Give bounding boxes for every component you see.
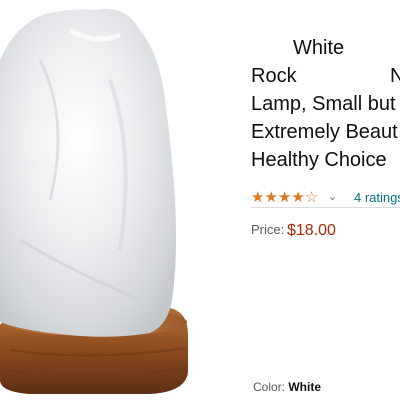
title-text-line-4: Extremely Beaut xyxy=(251,121,398,143)
title-line-2: Rock N xyxy=(251,62,400,90)
title-line-1: White xyxy=(251,34,400,62)
color-row: Color: White xyxy=(253,380,321,394)
star-icon: ★ xyxy=(251,189,265,206)
title-line-3: Lamp, Small but xyxy=(251,90,400,118)
color-label: Color: xyxy=(253,380,286,394)
salt-lamp-image xyxy=(0,8,188,394)
star-icon: ★ xyxy=(291,189,305,206)
ratings-count-link[interactable]: 4 ratings xyxy=(354,190,400,205)
product-title[interactable]: White Rock N Lamp, Small but Extremely B… xyxy=(251,34,400,174)
color-value: White xyxy=(288,380,322,394)
star-icon: ★ xyxy=(277,189,292,206)
product-image[interactable] xyxy=(0,0,245,400)
product-page: White Rock N Lamp, Small but Extremely B… xyxy=(0,0,400,400)
title-text-line-5: Healthy Choice xyxy=(251,149,387,171)
price-label: Price: xyxy=(251,222,285,237)
title-line-4: Extremely Beaut xyxy=(251,118,400,146)
price-value: $18.00 xyxy=(287,222,336,239)
divider xyxy=(251,207,400,208)
chevron-down-icon[interactable]: ⌄ xyxy=(328,190,337,203)
title-word-white: White xyxy=(293,37,345,59)
star-outline-icon: ☆ xyxy=(304,189,319,206)
title-word-rock: Rock xyxy=(251,65,297,87)
title-word-n: N xyxy=(390,65,400,87)
rating-row: ★★★★☆ ⌄ 4 ratings xyxy=(251,189,400,209)
title-line-5: Healthy Choice xyxy=(251,146,400,174)
star-icon: ★ xyxy=(264,189,278,206)
title-text-line-3: Lamp, Small but xyxy=(251,93,396,115)
star-rating[interactable]: ★★★★☆ xyxy=(251,190,318,206)
